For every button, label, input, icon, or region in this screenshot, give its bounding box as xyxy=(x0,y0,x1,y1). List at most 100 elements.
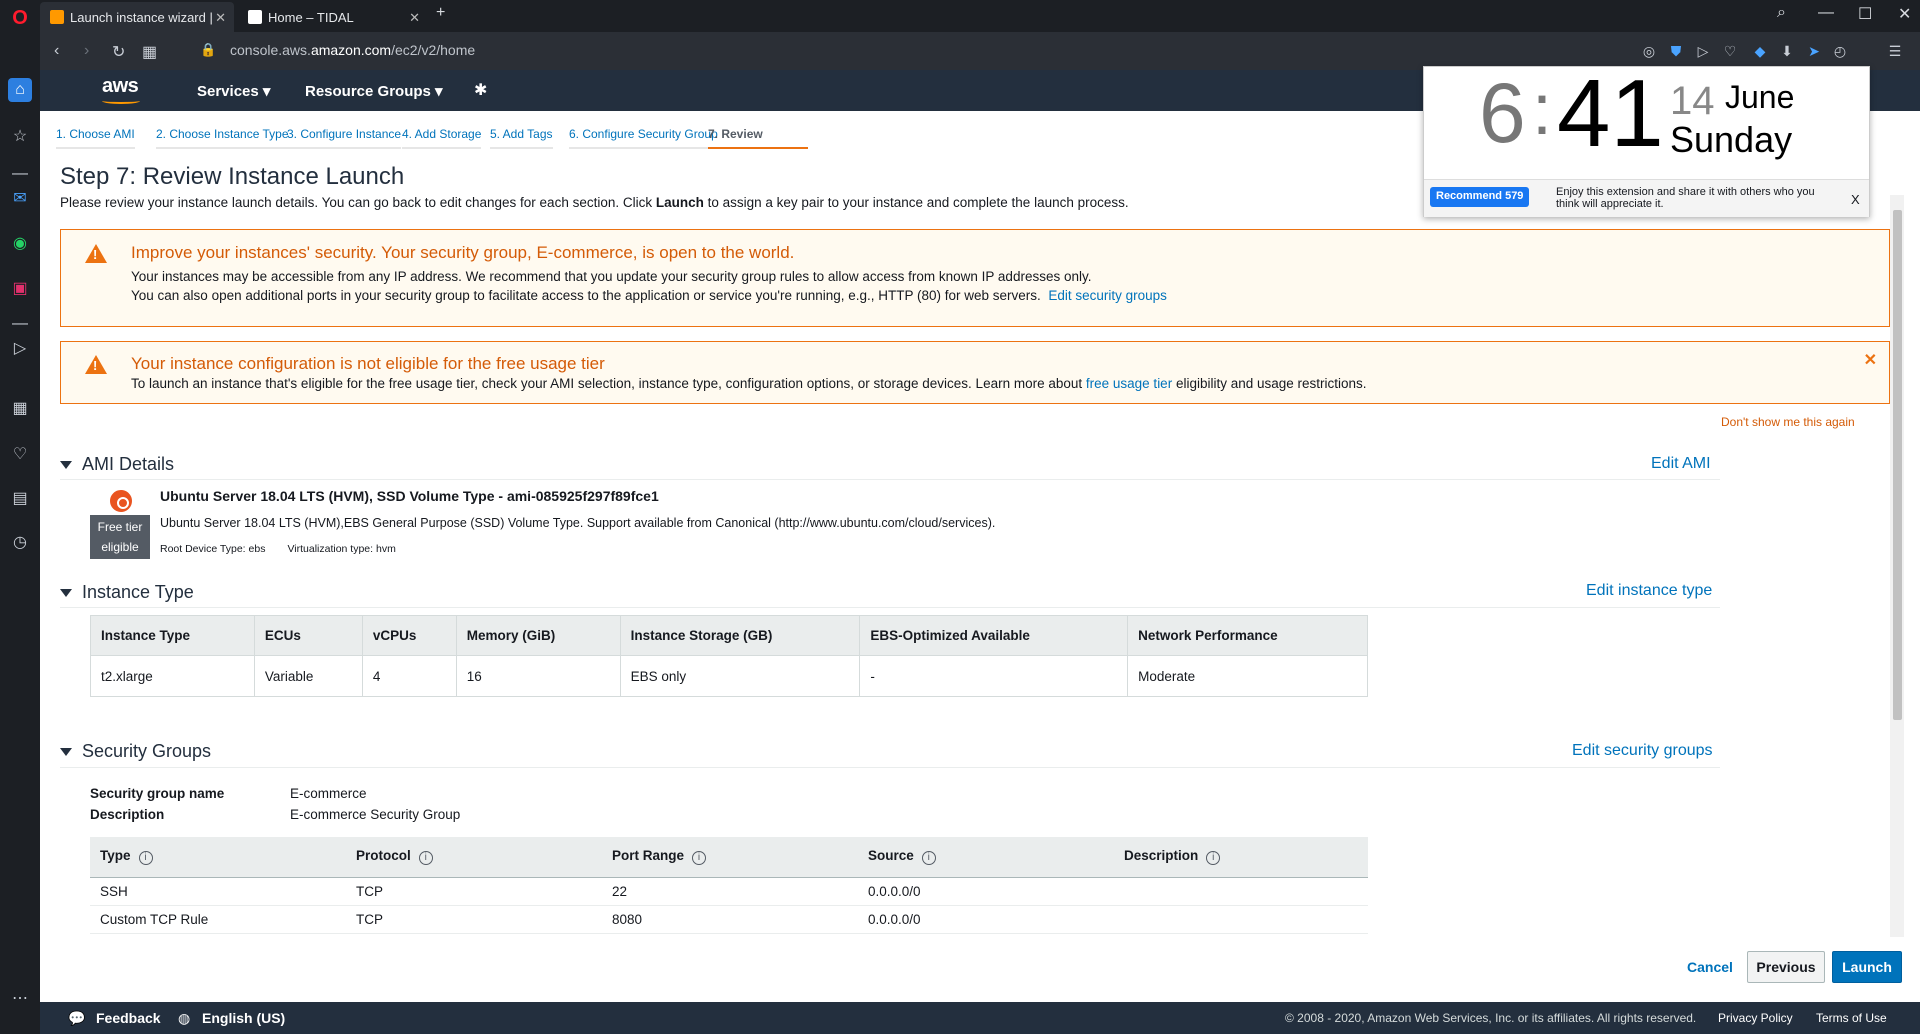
edit-ami-link[interactable]: Edit AMI xyxy=(1651,455,1711,473)
page-title: Step 7: Review Instance Launch xyxy=(60,163,405,190)
instagram-icon[interactable]: ▣ xyxy=(8,276,32,300)
ami-details-heading[interactable]: AMI Details xyxy=(60,454,174,475)
forward-icon[interactable]: › xyxy=(84,42,89,60)
close-window-icon[interactable]: ✕ xyxy=(1898,4,1911,24)
column-header: ECUs xyxy=(253,615,363,656)
language-selector[interactable]: English (US) xyxy=(202,1010,285,1026)
ami-description: Ubuntu Server 18.04 LTS (HVM),EBS Genera… xyxy=(160,516,996,530)
download-icon[interactable]: ⬇ xyxy=(1778,42,1796,60)
privacy-policy-link[interactable]: Privacy Policy xyxy=(1718,1011,1793,1025)
warning-icon xyxy=(85,355,107,374)
camera-icon[interactable]: ◎ xyxy=(1640,42,1658,60)
maximize-icon[interactable]: ☐ xyxy=(1858,4,1872,24)
table-cell: TCP xyxy=(346,905,602,934)
history-clock-icon[interactable]: ◷ xyxy=(8,530,32,554)
menu-icon[interactable]: ☰ xyxy=(1886,42,1904,60)
table-cell: 4 xyxy=(361,655,457,697)
free-usage-tier-link[interactable]: free usage tier xyxy=(1086,376,1172,391)
tab-label: Launch instance wizard | xyxy=(70,9,213,25)
feedback-link[interactable]: Feedback xyxy=(96,1010,161,1026)
minimize-icon[interactable]: — xyxy=(1818,4,1834,22)
aws-logo[interactable]: aws xyxy=(102,75,139,98)
heart-icon[interactable]: ♡ xyxy=(1721,42,1739,60)
caret-down-icon xyxy=(60,747,72,756)
opera-logo-icon[interactable]: O xyxy=(8,6,32,30)
step-choose-instance-type[interactable]: 2. Choose Instance Type xyxy=(156,127,289,149)
step-configure-instance[interactable]: 3. Configure Instance xyxy=(287,127,402,149)
free-tier-badge: Free tier eligible xyxy=(90,515,150,559)
more-icon[interactable]: ⋯ xyxy=(8,986,32,1010)
url-field[interactable]: console.aws.amazon.com/ec2/v2/home xyxy=(230,42,475,58)
ami-meta: Root Device Type: ebs Virtualization type… xyxy=(160,543,396,555)
ami-name: Ubuntu Server 18.04 LTS (HVM), SSD Volum… xyxy=(160,488,659,504)
step-review[interactable]: 7. Review xyxy=(708,127,808,149)
services-menu[interactable]: Services ▾ xyxy=(197,82,270,100)
info-icon[interactable]: i xyxy=(138,851,153,866)
table-cell: Variable xyxy=(253,655,363,697)
facebook-recommend-button[interactable]: Recommend 579 xyxy=(1430,187,1530,207)
instance-type-heading[interactable]: Instance Type xyxy=(60,582,194,603)
close-tab-icon[interactable]: ✕ xyxy=(409,10,420,26)
info-icon[interactable]: i xyxy=(1206,851,1221,866)
pin-icon[interactable]: ✱ xyxy=(474,80,487,100)
url-path: /ec2/v2/home xyxy=(391,42,476,58)
security-groups-heading[interactable]: Security Groups xyxy=(60,741,211,762)
tab-grid-icon[interactable]: ▦ xyxy=(142,42,157,62)
table-cell: SSH xyxy=(90,877,346,906)
close-tab-icon[interactable]: ✕ xyxy=(215,10,226,26)
column-header: Memory (GiB) xyxy=(455,615,621,656)
new-tab-icon[interactable]: + xyxy=(436,4,445,22)
flow-send-icon[interactable]: ▷ xyxy=(8,336,32,360)
info-icon[interactable]: i xyxy=(921,851,936,866)
resource-groups-menu[interactable]: Resource Groups ▾ xyxy=(305,82,443,100)
reload-icon[interactable]: ↻ xyxy=(112,42,125,62)
heart-icon[interactable]: ♡ xyxy=(8,442,32,466)
cancel-button[interactable]: Cancel xyxy=(1680,951,1740,983)
close-popup-button[interactable]: X xyxy=(1851,192,1860,207)
step-add-storage[interactable]: 4. Add Storage xyxy=(402,127,482,149)
bookmark-star-icon[interactable]: ☆ xyxy=(8,124,32,148)
scrollbar-thumb[interactable] xyxy=(1893,210,1902,720)
messenger-icon[interactable]: ✉ xyxy=(8,186,32,210)
back-icon[interactable]: ‹ xyxy=(54,42,59,60)
column-header: Description i xyxy=(1114,837,1368,878)
info-icon[interactable]: i xyxy=(418,851,433,866)
divider xyxy=(60,767,1720,768)
whatsapp-icon[interactable]: ◉ xyxy=(8,231,32,255)
table-header-row: Type i Protocol i Port Range i Source i Desc… xyxy=(90,837,1368,878)
shield-icon[interactable]: ⛊ xyxy=(1667,42,1685,60)
lock-icon: 🔒 xyxy=(200,42,217,57)
header-label: Description xyxy=(1124,848,1199,864)
dont-show-again-link[interactable]: Don't show me this again xyxy=(1721,415,1855,429)
header-label: Source xyxy=(868,848,914,864)
terms-of-use-link[interactable]: Terms of Use xyxy=(1816,1011,1887,1025)
minus-icon: — xyxy=(12,165,28,182)
info-icon[interactable]: i xyxy=(692,851,707,866)
intro-bold: Launch xyxy=(655,195,704,210)
header-label: Port Range xyxy=(612,848,685,864)
intro-text: Please review your instance launch detai… xyxy=(60,195,656,210)
edit-security-groups-link[interactable]: Edit security groups xyxy=(1048,288,1167,303)
previous-button[interactable]: Previous xyxy=(1747,951,1825,983)
launch-button[interactable]: Launch xyxy=(1832,951,1902,983)
news-icon[interactable]: ▤ xyxy=(8,486,32,510)
step-configure-security-group[interactable]: 6. Configure Security Group xyxy=(569,127,718,149)
aws-logo-smile-icon xyxy=(102,98,140,104)
table-row: t2.xlarge Variable 4 16 EBS only - Moder… xyxy=(90,655,1368,697)
search-icon[interactable]: ⌕ xyxy=(1777,4,1786,22)
dismiss-icon[interactable]: ✕ xyxy=(1864,350,1877,370)
home-icon[interactable]: ⌂ xyxy=(8,78,32,102)
clock-extension-icon[interactable]: ◴ xyxy=(1831,42,1849,60)
step-choose-ami[interactable]: 1. Choose AMI xyxy=(56,127,135,149)
section-title: AMI Details xyxy=(82,454,175,474)
send-icon[interactable]: ▷ xyxy=(1694,42,1712,60)
tab-tidal[interactable]: Home – TIDAL ✕ xyxy=(238,2,428,32)
apps-grid-icon[interactable]: ▦ xyxy=(8,396,32,420)
tab-launch-instance[interactable]: Launch instance wizard | ✕ xyxy=(40,2,234,32)
edit-security-groups-link[interactable]: Edit security groups xyxy=(1572,742,1713,760)
step-add-tags[interactable]: 5. Add Tags xyxy=(490,127,553,149)
telegram-icon[interactable]: ➤ xyxy=(1805,42,1823,60)
extension-icon[interactable]: ◆ xyxy=(1751,42,1769,60)
edit-instance-type-link[interactable]: Edit instance type xyxy=(1586,582,1712,600)
clock-weekday: Sunday xyxy=(1670,119,1793,160)
